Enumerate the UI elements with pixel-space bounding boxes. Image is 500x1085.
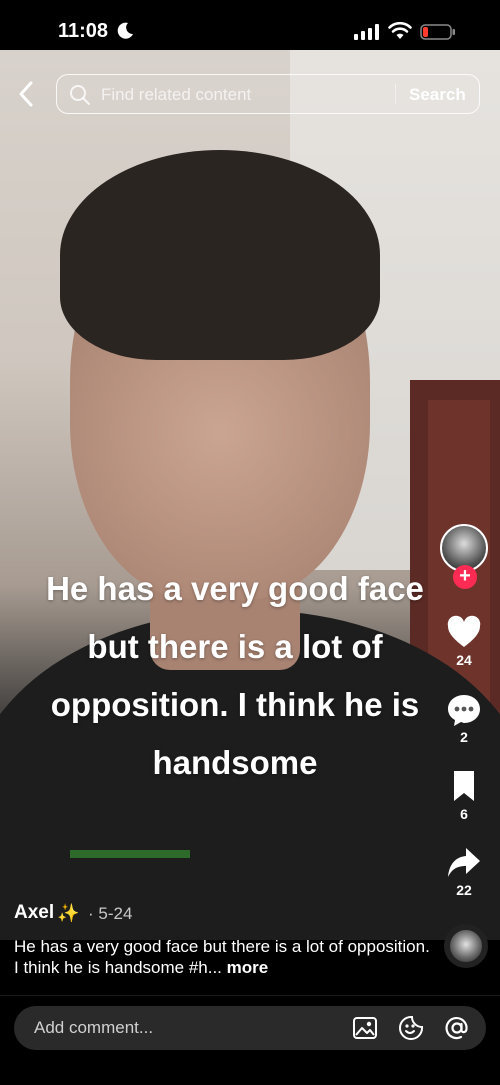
music-disc-icon[interactable] [444,924,488,968]
post-date: · 5-24 [88,904,133,923]
share-count: 22 [456,882,472,898]
comment-placeholder: Add comment... [34,1018,154,1037]
caption-line: handsome [152,744,318,781]
mention-icon[interactable] [444,1015,470,1041]
search-divider [395,84,396,104]
follow-button[interactable]: + [453,565,477,589]
search-button[interactable]: Search [409,85,466,105]
battery-icon [420,24,455,40]
author-name[interactable]: Axel [14,902,54,924]
bookmark-icon[interactable] [446,768,482,804]
post-description[interactable]: He has a very good face but there is a l… [14,936,434,978]
sticker-icon[interactable] [398,1015,424,1041]
video-caption-overlay: He has a very good face but there is a l… [20,560,450,792]
search-input[interactable]: Find related content Search [56,74,480,114]
shirt-logo [70,850,190,940]
author-emoji: ✨ [57,903,80,923]
comment-icon[interactable] [446,692,482,728]
more-link[interactable]: more [227,958,269,977]
caption-line: but there is a lot of [87,628,383,665]
image-icon[interactable] [352,1015,378,1041]
back-icon[interactable] [14,80,38,108]
status-time: 11:08 [58,20,109,42]
wifi-icon [388,22,412,39]
video-player[interactable] [0,50,500,940]
moon-icon [117,22,133,39]
search-icon [70,85,90,105]
save-count: 6 [460,806,468,822]
status-bar: 11:08 [0,0,500,50]
caption-line: opposition. I think he is [50,686,420,723]
comment-count: 2 [460,729,468,745]
description-text: He has a very good face but there is a l… [14,937,430,977]
like-count: 24 [456,652,472,668]
share-icon[interactable] [446,845,482,881]
caption-line: He has a very good face [46,570,424,607]
heart-icon[interactable] [446,615,482,651]
signal-icon [354,24,379,40]
search-placeholder: Find related content [101,85,252,104]
person-hair [60,150,380,360]
